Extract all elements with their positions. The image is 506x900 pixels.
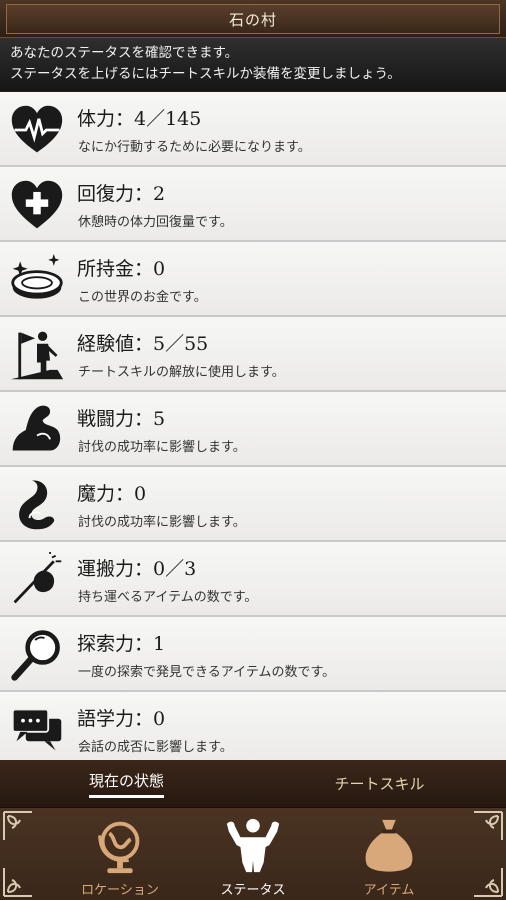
stat-desc: 一度の探索で発見できるアイテムの数です。 [78, 665, 336, 680]
tab-cheat-skill-label: チートスキル [334, 775, 425, 793]
ornament-corner-icon [474, 868, 503, 897]
stat-row-recovery: 回復力：2 休憩時の体力回復量です。 [0, 167, 506, 242]
tab-current-status[interactable]: 現在の状態 [0, 760, 253, 807]
stat-row-magic: 魔力：0 討伐の成功率に影響します。 [0, 467, 506, 542]
ornament-corner-icon [3, 868, 32, 897]
stat-desc: 持ち運べるアイテムの数です。 [78, 590, 258, 605]
stat-label: 経験値：5／55 [77, 333, 209, 355]
heart-plus-icon [8, 176, 66, 234]
climber-flag-icon [8, 326, 66, 384]
info-line-1: あなたのステータスを確認できます。 [10, 45, 239, 61]
stat-row-money: 所持金：0 この世界のお金です。 [0, 242, 506, 317]
stat-desc: この世界のお金です。 [78, 290, 207, 305]
stat-desc: 休憩時の体力回復量です。 [78, 215, 233, 230]
nav-items[interactable]: アイテム [329, 816, 449, 898]
info-line-2: ステータスを上げるにはチートスキルか装備を変更しましょう。 [10, 66, 401, 82]
stat-label: 運搬力：0／3 [77, 558, 197, 580]
stat-label: 回復力：2 [77, 183, 166, 205]
stat-row-combat: 戦闘力：5 討伐の成功率に影響します。 [0, 392, 506, 467]
heart-pulse-icon [8, 101, 66, 159]
ornament-corner-icon [474, 811, 503, 840]
tab-cheat-skill[interactable]: チートスキル [253, 760, 506, 807]
stat-desc: 討伐の成功率に影響します。 [78, 440, 246, 455]
nav-status-label: ステータス [220, 883, 286, 898]
stat-label: 体力：4／145 [77, 108, 202, 130]
nav-items-label: アイテム [363, 883, 415, 898]
stat-row-language: 語学力：0 会話の成否に影響します。 [0, 692, 506, 760]
stat-row-exp: 経験値：5／55 チートスキルの解放に使用します。 [0, 317, 506, 392]
stat-desc: 会話の成否に影響します。 [78, 740, 233, 755]
stat-label: 所持金：0 [77, 258, 166, 280]
stat-desc: チートスキルの解放に使用します。 [78, 365, 285, 380]
title-box: 石の村 [6, 4, 500, 34]
stat-label: 探索力：1 [77, 633, 166, 655]
sack-icon [365, 819, 413, 872]
sub-tab-bar: 現在の状態 チートスキル [0, 760, 506, 807]
tab-current-status-label: 現在の状態 [88, 770, 164, 798]
nav-location[interactable]: ロケーション [60, 816, 180, 898]
stat-row-search: 探索力：1 一度の探索で発見できるアイテムの数です。 [0, 617, 506, 692]
speech-bubbles-icon [8, 701, 66, 759]
muscle-arm-icon [8, 401, 66, 459]
stat-row-carry: 運搬力：0／3 持ち運べるアイテムの数です。 [0, 542, 506, 617]
stat-label: 魔力：0 [77, 483, 147, 505]
stat-desc: なにか行動するために必要になります。 [78, 140, 311, 155]
strongman-icon [226, 818, 280, 873]
stat-list[interactable]: 体力：4／145 なにか行動するために必要になります。 回復力：2 休憩時の体力… [0, 92, 506, 760]
stat-desc: 討伐の成功率に影響します。 [78, 515, 246, 530]
header-bar: 石の村 [0, 0, 506, 38]
page-title: 石の村 [228, 10, 277, 29]
info-banner: あなたのステータスを確認できます。 ステータスを上げるにはチートスキルか装備を変… [0, 38, 506, 91]
bundle-stick-icon [8, 551, 66, 609]
magnifier-icon [8, 626, 66, 684]
stat-label: 戦闘力：5 [77, 408, 166, 430]
swirl-icon [8, 476, 66, 534]
ornament-corner-icon [3, 811, 32, 840]
globe-icon [98, 821, 140, 874]
stat-label: 語学力：0 [77, 708, 166, 730]
bottom-nav: ロケーション ステータス アイテム [0, 807, 506, 900]
nav-status[interactable]: ステータス [193, 816, 313, 898]
stat-row-hp: 体力：4／145 なにか行動するために必要になります。 [0, 92, 506, 167]
coin-icon [8, 251, 66, 309]
nav-location-label: ロケーション [81, 883, 159, 898]
